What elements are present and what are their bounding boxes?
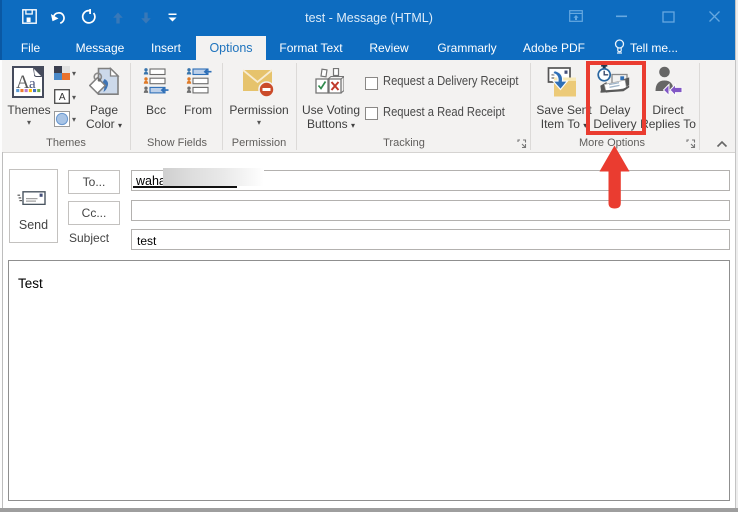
svg-text:A: A <box>59 92 66 103</box>
